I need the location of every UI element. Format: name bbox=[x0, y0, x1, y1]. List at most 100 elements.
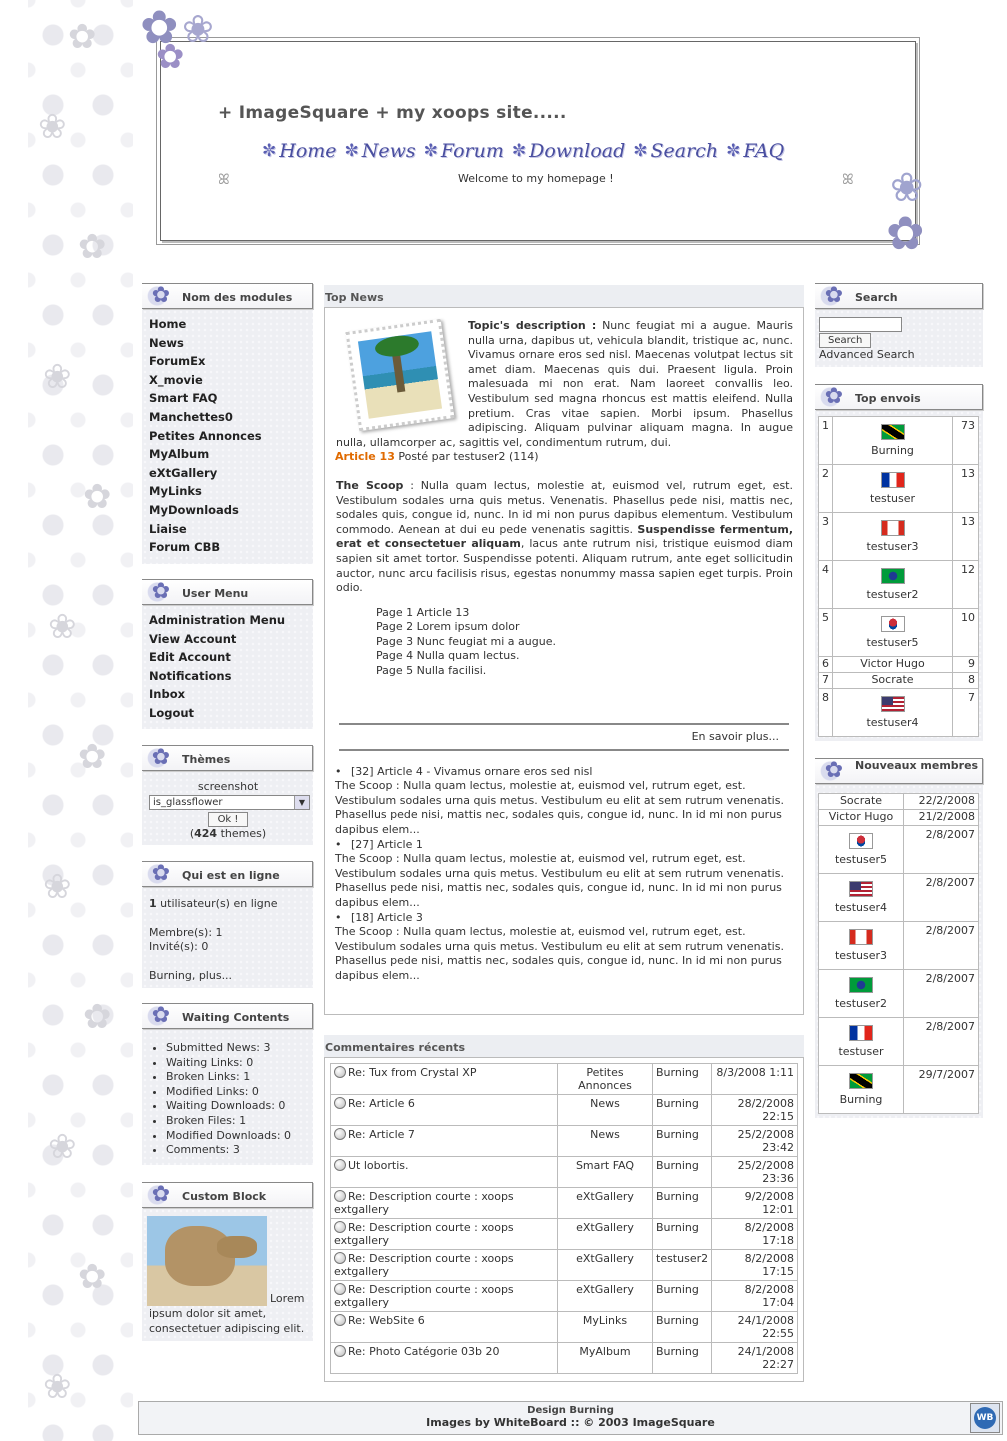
nav-faq[interactable]: ✼ FAQ bbox=[726, 140, 784, 162]
waiting-item[interactable]: Waiting Downloads: 0 bbox=[166, 1099, 307, 1114]
comment-icon bbox=[334, 1190, 346, 1202]
poster-name-cell: testuser bbox=[832, 464, 953, 513]
online-users-text: utilisateur(s) en ligne bbox=[156, 897, 278, 910]
module-link-home[interactable]: Home bbox=[149, 315, 307, 334]
module-link-mydownloads[interactable]: MyDownloads bbox=[149, 501, 307, 520]
nav-label: Search bbox=[650, 140, 719, 162]
comment-user-cell[interactable]: Burning bbox=[651, 1280, 713, 1312]
read-more-link[interactable]: En savoir plus... bbox=[692, 730, 779, 743]
module-link-x-movie[interactable]: X_movie bbox=[149, 371, 307, 390]
article-page-link[interactable]: Page 5 Nulla facilisi. bbox=[376, 664, 793, 679]
poster-name-link[interactable]: Victor Hugo bbox=[860, 657, 924, 670]
news-item-head[interactable]: • [18] Article 3 bbox=[335, 911, 793, 926]
user-menu-notifications[interactable]: Notifications bbox=[149, 667, 307, 686]
comment-title-link[interactable]: Re: Article 6 bbox=[348, 1097, 415, 1110]
poster-name-link[interactable]: Burning bbox=[871, 444, 914, 457]
comment-user-cell[interactable]: testuser2 bbox=[651, 1249, 713, 1281]
article-page-link[interactable]: Page 3 Nunc feugiat mi a augue. bbox=[376, 635, 793, 650]
waiting-item[interactable]: Broken Links: 1 bbox=[166, 1070, 307, 1085]
nav-forum[interactable]: ✼ Forum bbox=[424, 140, 504, 162]
comment-user-cell[interactable]: Burning bbox=[651, 1125, 713, 1157]
poster-name-link[interactable]: testuser bbox=[870, 492, 915, 505]
comment-title-cell: Re: Article 6 bbox=[330, 1094, 558, 1126]
poster-name-cell: testuser3 bbox=[832, 512, 953, 561]
poster-name-link[interactable]: testuser2 bbox=[866, 588, 918, 601]
module-link-manchettes0[interactable]: Manchettes0 bbox=[149, 408, 307, 427]
comment-title-link[interactable]: Re: Description courte : xoops extgaller… bbox=[334, 1190, 514, 1216]
comment-title-cell: Re: Description courte : xoops extgaller… bbox=[330, 1218, 558, 1250]
news-item-head[interactable]: • [27] Article 1 bbox=[335, 838, 793, 853]
member-name-link[interactable]: testuser5 bbox=[835, 853, 887, 866]
comment-user-cell[interactable]: Burning bbox=[651, 1187, 713, 1219]
nav-home[interactable]: ✼ Home bbox=[262, 140, 337, 162]
user-menu-view-account[interactable]: View Account bbox=[149, 630, 307, 649]
comment-user-cell[interactable]: Burning bbox=[651, 1156, 713, 1188]
theme-ok-button[interactable]: Ok ! bbox=[207, 812, 249, 827]
member-name-link[interactable]: testuser4 bbox=[835, 901, 887, 914]
site-footer: Design Burning Images by WhiteBoard :: ©… bbox=[138, 1401, 1003, 1435]
waiting-item[interactable]: Submitted News: 3 bbox=[166, 1041, 307, 1056]
comment-user-cell[interactable]: Burning bbox=[651, 1218, 713, 1250]
poster-name-link[interactable]: testuser4 bbox=[866, 716, 918, 729]
comment-title-link[interactable]: Re: Description courte : xoops extgaller… bbox=[334, 1283, 514, 1309]
article-page-link[interactable]: Page 1 Article 13 bbox=[376, 606, 793, 621]
user-menu-edit-account[interactable]: Edit Account bbox=[149, 648, 307, 667]
module-link-extgallery[interactable]: eXtGallery bbox=[149, 464, 307, 483]
news-item-title: [18] Article 3 bbox=[351, 910, 423, 924]
module-link-forum-cbb[interactable]: Forum CBB bbox=[149, 538, 307, 557]
comment-user-cell[interactable]: Burning bbox=[651, 1311, 713, 1343]
user-menu-logout[interactable]: Logout bbox=[149, 704, 307, 723]
nav-search[interactable]: ✼ Search bbox=[633, 140, 718, 162]
member-row: testuser4 2/8/2007 bbox=[818, 873, 979, 922]
member-name-link[interactable]: testuser bbox=[838, 1045, 883, 1058]
module-link-smart-faq[interactable]: Smart FAQ bbox=[149, 389, 307, 408]
comment-title-link[interactable]: Re: Tux from Crystal XP bbox=[348, 1066, 476, 1079]
waiting-item[interactable]: Waiting Links: 0 bbox=[166, 1056, 307, 1071]
article-link[interactable]: Article 13 bbox=[335, 450, 395, 463]
poster-rank-cell: 5 bbox=[818, 608, 833, 657]
member-name-link[interactable]: Burning bbox=[840, 1093, 883, 1106]
module-link-myalbum[interactable]: MyAlbum bbox=[149, 445, 307, 464]
poster-name-link[interactable]: testuser5 bbox=[866, 636, 918, 649]
nav-download[interactable]: ✼ Download bbox=[512, 140, 625, 162]
member-name-link[interactable]: Socrate bbox=[840, 794, 882, 807]
online-more-link[interactable]: Burning, plus... bbox=[149, 969, 307, 984]
module-link-mylinks[interactable]: MyLinks bbox=[149, 482, 307, 501]
waiting-item[interactable]: Comments: 3 bbox=[166, 1143, 307, 1158]
article-page-link[interactable]: Page 4 Nulla quam lectus. bbox=[376, 649, 793, 664]
member-name-link[interactable]: Victor Hugo bbox=[829, 810, 893, 823]
comment-title-link[interactable]: Re: Description courte : xoops extgaller… bbox=[334, 1221, 514, 1247]
search-input[interactable] bbox=[819, 317, 902, 332]
user-menu-inbox[interactable]: Inbox bbox=[149, 685, 307, 704]
module-link-forumex[interactable]: ForumEx bbox=[149, 352, 307, 371]
poster-name-link[interactable]: Socrate bbox=[871, 673, 913, 686]
poster-name-link[interactable]: testuser3 bbox=[866, 540, 918, 553]
comment-user-cell[interactable]: Burning bbox=[651, 1063, 713, 1095]
bullet-icon: • bbox=[335, 910, 342, 924]
comment-title-link[interactable]: Ut lobortis. bbox=[348, 1159, 408, 1172]
article-page-link[interactable]: Page 2 Lorem ipsum dolor bbox=[376, 620, 793, 635]
user-menu-admin[interactable]: Administration Menu bbox=[149, 611, 307, 630]
comment-date-cell: 8/2/2008 17:18 bbox=[711, 1218, 798, 1250]
module-link-petites-annonces[interactable]: Petites Annonces bbox=[149, 427, 307, 446]
comment-title-link[interactable]: Re: WebSite 6 bbox=[348, 1314, 425, 1327]
nav-news[interactable]: ✼ News bbox=[345, 140, 416, 162]
theme-select[interactable]: is_glassflower ▼ bbox=[149, 795, 310, 810]
module-link-liaise[interactable]: Liaise bbox=[149, 520, 307, 539]
waiting-item[interactable]: Broken Files: 1 bbox=[166, 1114, 307, 1129]
module-link-news[interactable]: News bbox=[149, 334, 307, 353]
advanced-search-link[interactable]: Advanced Search bbox=[819, 348, 980, 362]
waiting-item[interactable]: Modified Links: 0 bbox=[166, 1085, 307, 1100]
comment-title-link[interactable]: Re: Article 7 bbox=[348, 1128, 415, 1141]
comment-title-link[interactable]: Re: Photo Catégorie 03b 20 bbox=[348, 1345, 500, 1358]
comment-user-cell[interactable]: Burning bbox=[651, 1342, 713, 1374]
member-name-link[interactable]: testuser2 bbox=[835, 997, 887, 1010]
waiting-item[interactable]: Modified Downloads: 0 bbox=[166, 1129, 307, 1144]
search-button[interactable]: Search bbox=[819, 333, 872, 348]
poster-row: 1 Burning 73 bbox=[818, 416, 979, 465]
news-item-head[interactable]: • [32] Article 4 - Vivamus ornare eros se… bbox=[335, 765, 793, 780]
comment-user-cell[interactable]: Burning bbox=[651, 1094, 713, 1126]
block-title: ✿ Search bbox=[815, 282, 983, 310]
member-name-link[interactable]: testuser3 bbox=[835, 949, 887, 962]
comment-title-link[interactable]: Re: Description courte : xoops extgaller… bbox=[334, 1252, 514, 1278]
